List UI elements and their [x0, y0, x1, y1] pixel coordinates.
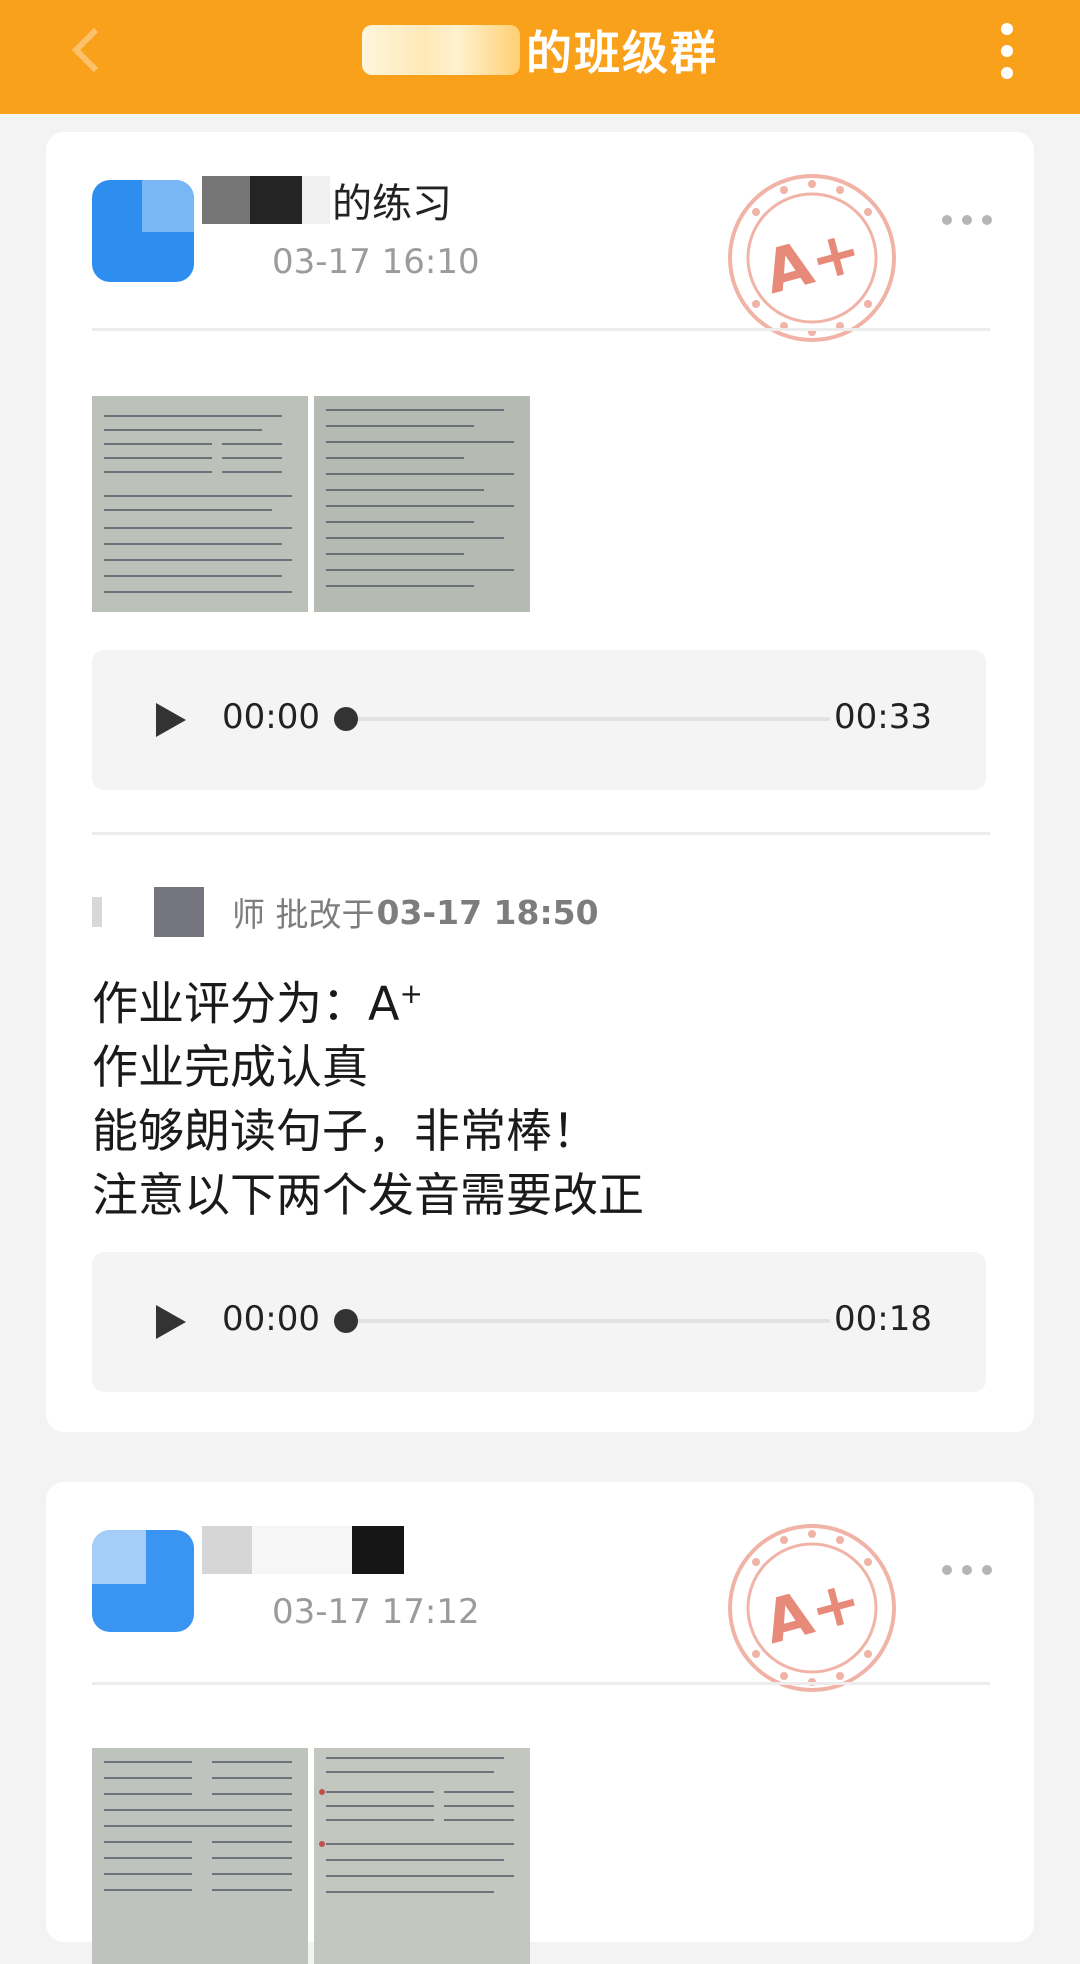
audio-progress-track[interactable]: [334, 1309, 830, 1333]
redacted-name: [202, 1526, 252, 1574]
review-info: 师 批改于 03-17 18:50: [92, 884, 599, 940]
homework-image-1[interactable]: [92, 396, 308, 612]
homework-images: [92, 396, 530, 612]
audio-progress-track[interactable]: [334, 707, 830, 731]
homework-image-2[interactable]: [314, 1748, 530, 1964]
review-time: 03-17 18:50: [376, 892, 599, 932]
more-dot: [982, 1565, 992, 1575]
post-title: 的练习: [332, 181, 452, 227]
comment-line: 注意以下两个发音需要改正: [92, 1168, 644, 1223]
redacted-name: [202, 176, 250, 224]
post-more-button[interactable]: [942, 1560, 992, 1580]
redacted-name: [352, 1526, 404, 1574]
more-dot: [982, 215, 992, 225]
audio-progress-knob[interactable]: [334, 707, 358, 731]
divider: [92, 328, 990, 331]
redacted-name: [92, 897, 102, 927]
more-dot: [962, 215, 972, 225]
voice-audio-player: 00:00 00:33: [92, 650, 986, 790]
redacted-name: [154, 887, 204, 937]
divider: [92, 832, 990, 835]
page-title-text: 的班级群: [526, 26, 718, 80]
redacted-name: [362, 25, 520, 75]
review-teacher: 师 批改于: [232, 895, 375, 934]
more-vertical-button[interactable]: [992, 18, 1022, 84]
more-dot: [942, 215, 952, 225]
avatar[interactable]: [92, 1530, 194, 1632]
more-dot: [962, 1565, 972, 1575]
play-button[interactable]: [150, 700, 190, 740]
review-comment: 作业评分为：A+ 作业完成认真 能够朗读句子，非常棒！ 注意以下两个发音需要改正: [92, 962, 972, 1227]
redacted-name: [250, 176, 302, 224]
post-time: 03-17 16:10: [272, 242, 480, 282]
comment-line: 能够朗读句子，非常棒！: [92, 1104, 598, 1159]
homework-image-1[interactable]: [92, 1748, 308, 1964]
review-audio-player: 00:00 00:18: [92, 1252, 986, 1392]
svg-text:A+: A+: [757, 1566, 869, 1659]
more-dot: [1001, 45, 1013, 57]
audio-total-time: 00:33: [834, 697, 932, 737]
post-more-button[interactable]: [942, 210, 992, 230]
more-dot: [942, 1565, 952, 1575]
homework-post-card: 03-17 17:12 A+: [46, 1482, 1034, 1964]
play-icon: [156, 703, 186, 737]
svg-text:A+: A+: [757, 216, 869, 309]
post-time: 03-17 17:12: [272, 1592, 480, 1632]
redacted-name: [252, 1526, 352, 1574]
audio-total-time: 00:18: [834, 1299, 932, 1339]
page-title: 的班级群: [0, 0, 1080, 100]
audio-progress-knob[interactable]: [334, 1309, 358, 1333]
redacted-name: [302, 176, 330, 224]
avatar[interactable]: [92, 180, 194, 282]
more-dot: [1001, 67, 1013, 79]
homework-post-card: 的练习 03-17 16:10 A+ 00:00 00:33 师 批改于 03-…: [46, 132, 1034, 1432]
homework-image-2[interactable]: [314, 396, 530, 612]
post-author-name: [202, 1522, 404, 1578]
grade-a-plus-stamp-icon: A+: [726, 172, 898, 344]
play-icon: [156, 1305, 186, 1339]
grade-a-plus-stamp-icon: A+: [726, 1522, 898, 1694]
comment-line: 作业完成认真: [92, 1040, 368, 1095]
more-dot: [1001, 23, 1013, 35]
homework-images: [92, 1748, 530, 1964]
audio-current-time: 00:00: [222, 697, 320, 737]
comment-line: 作业评分为：A+: [92, 976, 423, 1031]
divider: [92, 1682, 990, 1685]
top-bar: 的班级群: [0, 0, 1080, 114]
post-author-name: 的练习: [202, 172, 452, 228]
play-button[interactable]: [150, 1302, 190, 1342]
audio-current-time: 00:00: [222, 1299, 320, 1339]
